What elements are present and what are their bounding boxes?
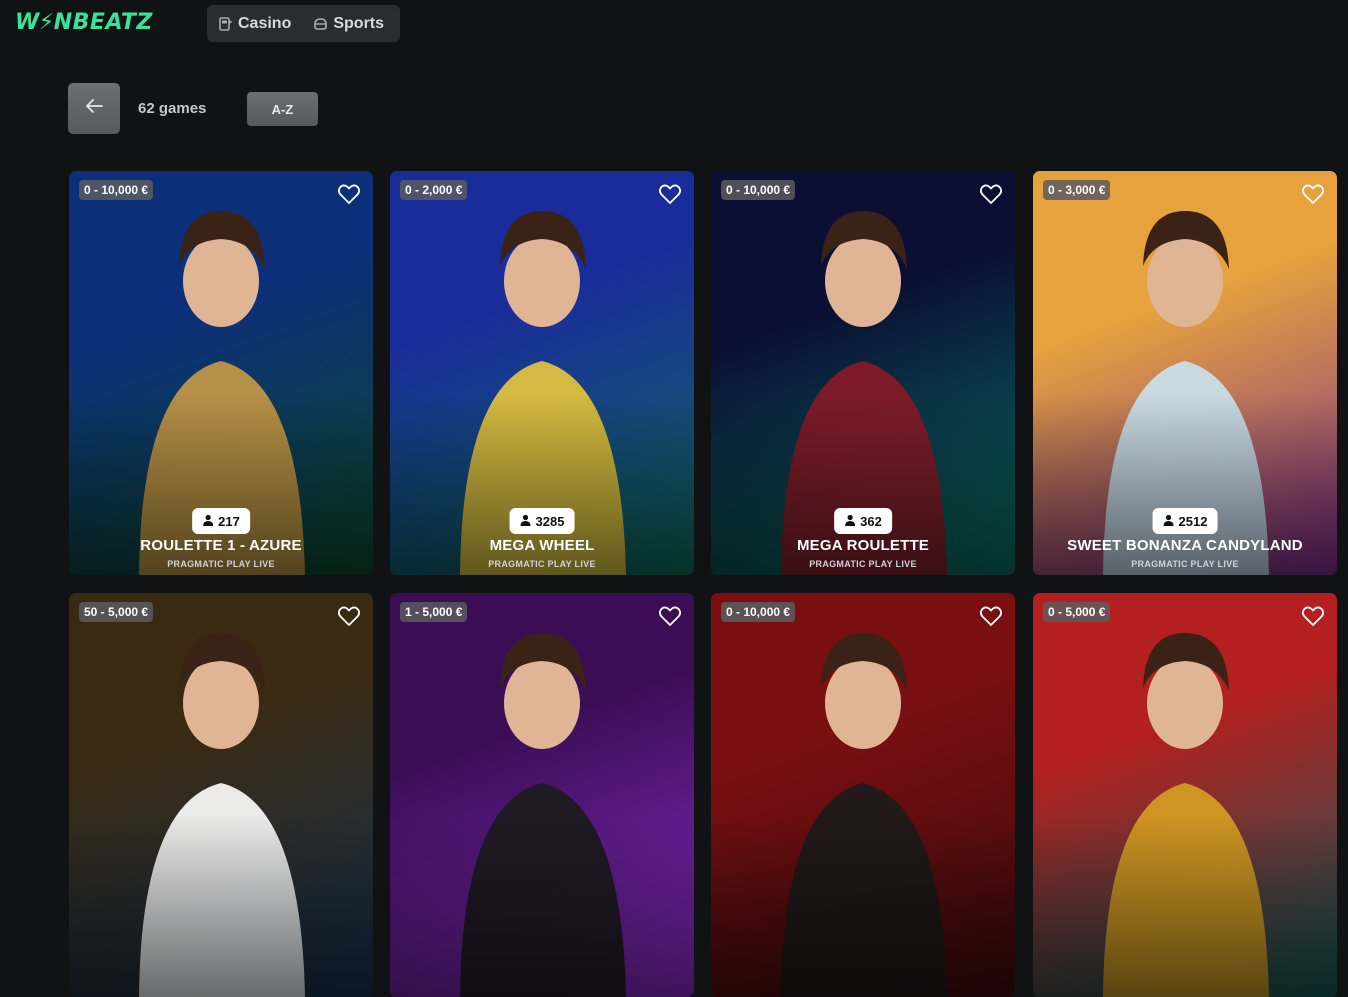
brand-logo[interactable]: W ⚡ NBEATZ: [15, 10, 153, 35]
logo-text-left: W: [15, 10, 40, 35]
game-card[interactable]: 0 - 10,000 € 362 MEGA ROULETTE PRAGMATIC…: [711, 171, 1015, 575]
user-icon: [202, 514, 214, 529]
favorite-heart-icon[interactable]: [337, 605, 361, 627]
player-count: 2512: [1178, 513, 1208, 529]
game-card[interactable]: 0 - 10,000 € 217 ROULETTE 1 - AZURE PRAG…: [69, 171, 373, 575]
game-card[interactable]: 0 - 5,000 €: [1033, 593, 1337, 997]
back-button[interactable]: [68, 83, 120, 134]
user-icon: [844, 514, 856, 529]
sports-icon: [313, 17, 328, 31]
bet-limit-badge: 0 - 5,000 €: [1043, 602, 1111, 622]
bet-limit-badge: 1 - 5,000 €: [400, 602, 468, 622]
game-thumbnail: [1033, 593, 1337, 997]
game-card[interactable]: 0 - 10,000 €: [711, 593, 1015, 997]
player-count: 217: [218, 513, 240, 529]
game-provider: PRAGMATIC PLAY LIVE: [167, 559, 275, 569]
game-title: ROULETTE 1 - AZURE: [140, 537, 302, 554]
logo-text-right: NBEATZ: [53, 10, 153, 35]
favorite-heart-icon[interactable]: [979, 605, 1003, 627]
favorite-heart-icon[interactable]: [658, 605, 682, 627]
favorite-heart-icon[interactable]: [979, 183, 1003, 205]
dealer-illustration: [69, 593, 373, 997]
game-card[interactable]: 1 - 5,000 €: [390, 593, 694, 997]
user-icon: [1163, 514, 1175, 529]
games-count: 62 games: [138, 100, 207, 117]
main-nav: Casino Sports: [207, 5, 400, 42]
game-title: MEGA ROULETTE: [796, 537, 930, 554]
dealer-illustration: [390, 593, 694, 997]
bet-limit-badge: 0 - 10,000 €: [79, 180, 154, 200]
game-title: MEGA WHEEL: [489, 537, 595, 554]
bet-limit-badge: 0 - 10,000 €: [721, 602, 796, 622]
dealer-illustration: [1033, 593, 1337, 997]
nav-item-label: Casino: [238, 14, 292, 32]
sort-az-button[interactable]: A-Z: [247, 92, 318, 126]
game-provider: PRAGMATIC PLAY LIVE: [488, 559, 596, 569]
player-count: 362: [860, 513, 882, 529]
bet-limit-badge: 0 - 3,000 €: [1043, 180, 1111, 200]
game-thumbnail: [69, 593, 373, 997]
game-thumbnail: [711, 593, 1015, 997]
player-count-badge: 3285: [509, 508, 575, 534]
game-card[interactable]: 50 - 5,000 €: [69, 593, 373, 997]
nav-item-label: Sports: [333, 14, 385, 32]
favorite-heart-icon[interactable]: [1301, 605, 1325, 627]
favorite-heart-icon[interactable]: [1301, 183, 1325, 205]
player-count-badge: 362: [834, 508, 892, 534]
game-provider: PRAGMATIC PLAY LIVE: [1131, 559, 1239, 569]
user-icon: [520, 514, 532, 529]
game-card[interactable]: 0 - 3,000 € 2512 SWEET BONANZA CANDYLAND…: [1033, 171, 1337, 575]
bet-limit-badge: 0 - 10,000 €: [721, 180, 796, 200]
game-title: SWEET BONANZA CANDYLAND: [1067, 537, 1303, 554]
casino-icon: [218, 16, 232, 31]
dealer-illustration: [711, 593, 1015, 997]
nav-item-casino[interactable]: Casino: [218, 15, 291, 33]
player-count: 3285: [535, 513, 565, 529]
game-thumbnail: [390, 593, 694, 997]
game-card[interactable]: 0 - 2,000 € 3285 MEGA WHEEL PRAGMATIC PL…: [390, 171, 694, 575]
logo-bolt-icon: ⚡: [38, 10, 55, 35]
favorite-heart-icon[interactable]: [658, 183, 682, 205]
player-count-badge: 217: [192, 508, 250, 534]
arrow-left-icon: [84, 98, 104, 119]
bet-limit-badge: 50 - 5,000 €: [79, 602, 154, 622]
top-bar: W ⚡ NBEATZ Casino Sports: [0, 0, 1348, 48]
player-count-badge: 2512: [1152, 508, 1218, 534]
bet-limit-badge: 0 - 2,000 €: [400, 180, 468, 200]
favorite-heart-icon[interactable]: [337, 183, 361, 205]
game-provider: PRAGMATIC PLAY LIVE: [809, 559, 917, 569]
nav-item-sports[interactable]: Sports: [313, 15, 384, 33]
